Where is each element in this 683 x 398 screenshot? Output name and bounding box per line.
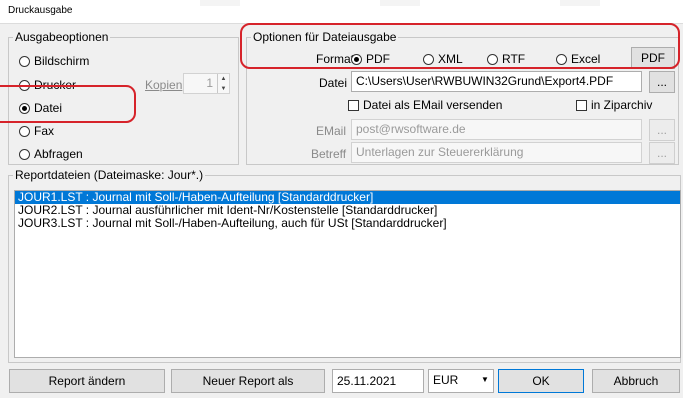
chevron-down-icon[interactable]: ▼ — [477, 370, 493, 389]
radio-abfragen-label: Abfragen — [34, 147, 83, 161]
email-browse-button[interactable]: ... — [649, 119, 675, 141]
title-bar-shading — [380, 0, 420, 6]
radio-bildschirm-label: Bildschirm — [34, 54, 90, 68]
reportdateien-legend: Reportdateien (Dateimaske: Jour*.) — [15, 168, 204, 182]
radio-fax-indicator — [19, 125, 30, 137]
report-aendern-button[interactable]: Report ändern — [9, 369, 165, 393]
currency-value: EUR — [433, 373, 459, 387]
currency-select[interactable]: EUR ▼ — [428, 369, 494, 393]
highlight-datei-option — [0, 85, 136, 123]
spin-up-icon[interactable]: ▲ — [218, 74, 229, 84]
email-field[interactable]: post@rwsoftware.de — [351, 119, 642, 140]
ok-button[interactable]: OK — [498, 369, 584, 393]
email-versenden-label: Datei als EMail versenden — [363, 98, 503, 112]
neuer-report-button[interactable]: Neuer Report als — [171, 369, 325, 393]
datei-browse-button[interactable]: ... — [649, 71, 675, 93]
kopien-stepper[interactable]: 1 ▲ ▼ — [183, 73, 230, 94]
datei-label: Datei — [319, 76, 348, 90]
radio-fax-label: Fax — [34, 124, 55, 138]
ausgabeoptionen-legend: Ausgabeoptionen — [15, 30, 109, 44]
datei-path-field[interactable]: C:\Users\User\RWBUWIN32Grund\Export4.PDF — [351, 71, 642, 92]
radio-abfragen-indicator — [19, 148, 30, 160]
email-label: EMail — [316, 124, 347, 138]
radio-abfragen[interactable]: Abfragen — [19, 147, 83, 161]
title-bar: Druckausgabe — [0, 0, 683, 24]
email-versenden-box — [348, 99, 359, 111]
title-bar-shading — [560, 0, 600, 6]
betreff-browse-button[interactable]: ... — [649, 142, 675, 164]
abbruch-button[interactable]: Abbruch — [592, 369, 680, 393]
window-title: Druckausgabe — [8, 5, 73, 16]
betreff-label: Betreff — [311, 147, 347, 161]
report-list[interactable]: JOUR1.LST : Journal mit Soll-/Haben-Auft… — [14, 190, 681, 358]
kopien-value: 1 — [206, 76, 213, 90]
radio-bildschirm[interactable]: Bildschirm — [19, 54, 89, 68]
betreff-field[interactable]: Unterlagen zur Steuererklärung — [351, 142, 642, 163]
kopien-spin-buttons[interactable]: ▲ ▼ — [217, 74, 229, 93]
spin-down-icon[interactable]: ▼ — [218, 84, 229, 93]
ziparchiv-box — [576, 99, 587, 111]
report-list-item[interactable]: JOUR3.LST : Journal mit Soll-/Haben-Auft… — [15, 217, 680, 230]
title-bar-shading — [200, 0, 240, 6]
ziparchiv-checkbox[interactable]: in Ziparchiv — [576, 98, 652, 112]
radio-bildschirm-indicator — [19, 55, 30, 67]
highlight-dateiausgabe-options — [240, 23, 680, 69]
email-versenden-checkbox[interactable]: Datei als EMail versenden — [348, 98, 502, 112]
ziparchiv-label: in Ziparchiv — [591, 98, 653, 112]
date-field[interactable]: 25.11.2021 — [332, 369, 424, 393]
radio-fax[interactable]: Fax — [19, 124, 54, 138]
kopien-label: Kopien — [145, 78, 183, 92]
